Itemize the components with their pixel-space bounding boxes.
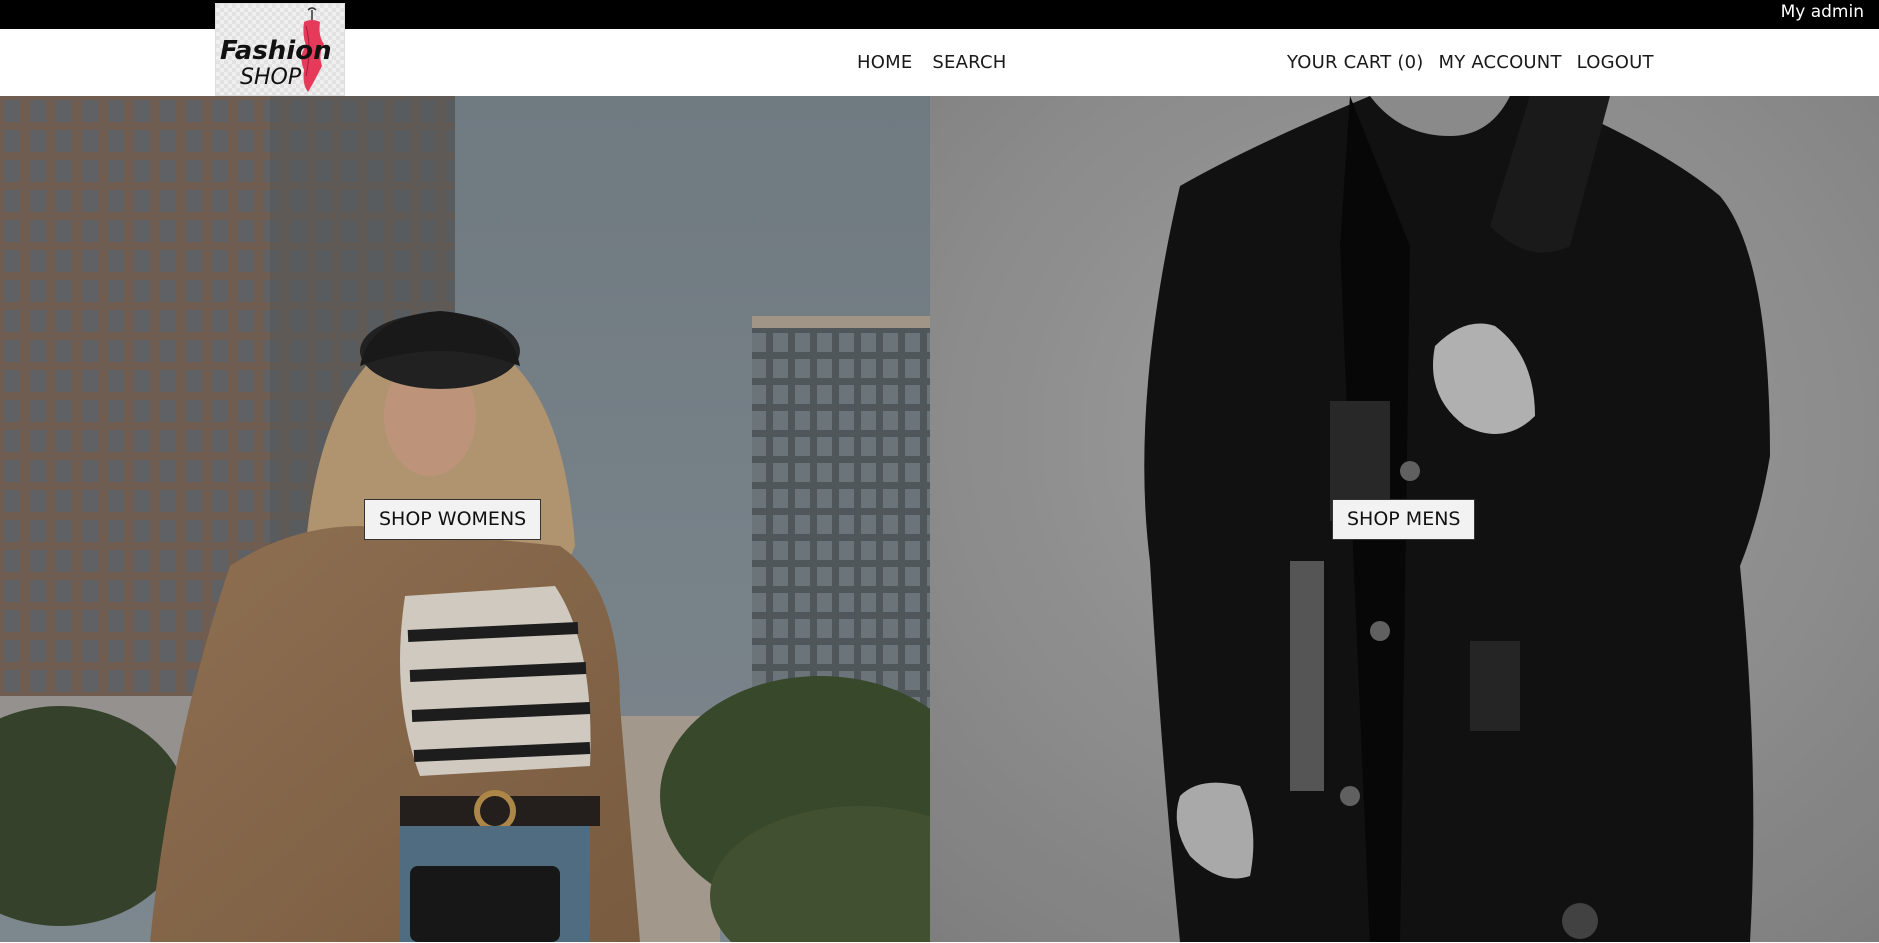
nav-home-link[interactable]: HOME (857, 52, 912, 73)
shop-mens-button[interactable]: SHOP MENS (1332, 499, 1476, 540)
nav-my-account-link[interactable]: MY ACCOUNT (1438, 52, 1561, 73)
logo-text-fashion: Fashion (220, 36, 332, 66)
logo-text-shop: SHOP (240, 65, 302, 90)
logo-image: Fashion SHOP (216, 4, 344, 95)
hero-section: SHOP WOMENS SHOP MENS (0, 96, 1879, 942)
user-greeting[interactable]: My admin (1781, 1, 1864, 23)
mens-hero-panel[interactable]: SHOP MENS (930, 96, 1879, 942)
nav-cart-link[interactable]: YOUR CART (0) (1287, 52, 1423, 73)
womens-hero-panel[interactable]: SHOP WOMENS (0, 96, 930, 942)
fashion-shop-logo[interactable]: Fashion SHOP (215, 3, 345, 96)
nav-logout-link[interactable]: LOGOUT (1577, 52, 1654, 73)
shop-womens-button[interactable]: SHOP WOMENS (364, 499, 542, 540)
account-nav: YOUR CART (0) MY ACCOUNT LOGOUT (1287, 29, 1654, 96)
primary-nav: HOME SEARCH (857, 29, 1006, 96)
nav-search-link[interactable]: SEARCH (932, 52, 1006, 73)
